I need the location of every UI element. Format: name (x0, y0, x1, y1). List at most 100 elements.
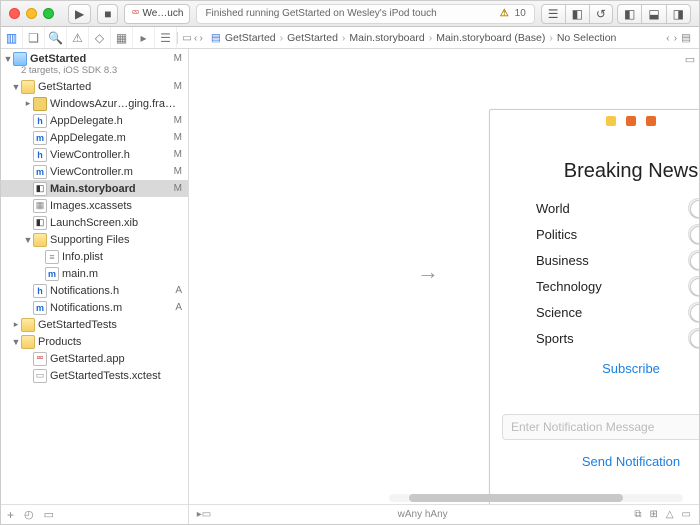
jump-next-icon[interactable]: › (674, 32, 678, 44)
project-root[interactable]: ▼ GetStarted M (1, 49, 188, 66)
group-supporting-files[interactable]: ▼ Supporting Files (1, 231, 188, 248)
minimap-icon[interactable]: ▤ (681, 32, 691, 44)
debug-navigator-tab[interactable]: ▦ (111, 27, 133, 48)
search-icon: 🔍 (48, 31, 63, 45)
report-navigator-tab[interactable]: ☰ (155, 27, 177, 48)
breakpoint-navigator-tab[interactable]: ▸ (133, 27, 155, 48)
category-switch[interactable] (688, 328, 699, 348)
group-tests[interactable]: ▸ GetStartedTests (1, 316, 188, 333)
category-switch[interactable] (688, 250, 699, 270)
category-label[interactable]: Politics (536, 227, 688, 242)
group-products[interactable]: ▼ Products (1, 333, 188, 350)
jump-prev-icon[interactable]: ‹ (666, 32, 670, 44)
file-main-m[interactable]: m main.m (1, 265, 188, 282)
notification-text-field[interactable]: Enter Notification Message (502, 414, 699, 440)
filter-scm-icon[interactable]: ▭ (44, 508, 54, 521)
file-launchscreen-xib[interactable]: ◧ LaunchScreen.xib (1, 214, 188, 231)
project-navigator-tab[interactable]: ▥ (1, 27, 23, 48)
heading-label[interactable]: Breaking News (490, 160, 699, 183)
horizontal-scrollbar[interactable] (389, 494, 683, 504)
file-viewcontroller-m[interactable]: m ViewController.m M (1, 163, 188, 180)
category-label[interactable]: World (536, 201, 688, 216)
scheme-selector[interactable]: ⮹ We…uch (124, 4, 190, 24)
category-switch[interactable] (688, 198, 699, 218)
symbol-navigator-tab[interactable]: ❑ (23, 27, 45, 48)
toggle-debug-button[interactable]: ⬓ (642, 4, 666, 24)
vcs-status: M (172, 53, 182, 64)
view-controller-scene[interactable]: Breaking News World Politics Business Te… (489, 109, 699, 504)
file-notifications-h[interactable]: h Notifications.h A (1, 282, 188, 299)
category-label[interactable]: Science (536, 305, 688, 320)
file-appdelegate-h[interactable]: h AppDelegate.h M (1, 112, 188, 129)
project-navigator: ▼ GetStarted M 2 targets, iOS SDK 8.3 ▼ … (1, 49, 189, 524)
find-navigator-tab[interactable]: 🔍 (45, 27, 67, 48)
initial-view-controller-arrow[interactable]: → (417, 259, 439, 285)
close-window-button[interactable] (9, 8, 20, 19)
storyboard-canvas[interactable]: → Breaking News World Politics Business … (189, 49, 699, 504)
scheme-label: We…uch (142, 8, 183, 19)
placeholder-text: Enter Notification Message (511, 420, 654, 434)
jump-seg-2[interactable]: Main.storyboard (349, 32, 424, 44)
jump-back-icon[interactable]: ‹ (194, 32, 198, 44)
add-button[interactable]: + (7, 508, 14, 522)
toggle-navigator-button[interactable]: ◧ (617, 4, 642, 24)
jump-seg-4[interactable]: No Selection (557, 32, 617, 44)
run-button[interactable]: ▶ (68, 4, 91, 24)
scene-dot-vc-icon[interactable] (606, 116, 616, 126)
jump-seg-1[interactable]: GetStarted (287, 32, 338, 44)
category-switch[interactable] (688, 224, 699, 244)
file-info-plist[interactable]: ≡ Info.plist (1, 248, 188, 265)
align-tool-icon[interactable]: ⧉ (634, 509, 641, 520)
category-label[interactable]: Technology (536, 279, 688, 294)
stop-button[interactable]: ■ (97, 4, 118, 24)
category-label[interactable]: Business (536, 253, 688, 268)
resolve-tool-icon[interactable]: △ (666, 509, 674, 520)
filter-recent-icon[interactable]: ◴ (24, 508, 34, 521)
jump-forward-icon[interactable]: › (199, 32, 203, 44)
scene-dot-first-responder-icon[interactable] (626, 116, 636, 126)
canvas-footer: ▸▭ wAny hAny ⧉ ⊞ △ ▭ (189, 504, 699, 524)
file-appdelegate-m[interactable]: m AppDelegate.m M (1, 129, 188, 146)
resize-tool-icon[interactable]: ▭ (682, 509, 691, 520)
warning-icon[interactable]: ⚠ (500, 8, 509, 19)
issue-navigator-tab[interactable]: ⚠ (67, 27, 89, 48)
group-getstarted[interactable]: ▼ GetStarted M (1, 78, 188, 95)
toggle-utilities-button[interactable]: ◨ (667, 4, 691, 24)
category-switch[interactable] (688, 276, 699, 296)
jump-seg-3[interactable]: Main.storyboard (Base) (436, 32, 545, 44)
folder-icon (21, 335, 35, 349)
editor-standard-button[interactable]: ☰ (541, 4, 566, 24)
warning-count[interactable]: 10 (515, 8, 526, 19)
header-icon: h (33, 114, 47, 128)
jump-bar[interactable]: ▭ ‹ › ▤ GetStarted› GetStarted› Main.sto… (177, 32, 699, 44)
product-app[interactable]: ⮹ GetStarted.app (1, 350, 188, 367)
scene-dot-exit-icon[interactable] (646, 116, 656, 126)
minimize-window-button[interactable] (26, 8, 37, 19)
test-navigator-tab[interactable]: ◇ (89, 27, 111, 48)
jump-related-icon[interactable]: ▭ (182, 32, 192, 44)
document-outline-toggle[interactable]: ▸▭ (197, 509, 211, 520)
file-main-storyboard[interactable]: ◧ Main.storyboard M (1, 180, 188, 197)
subscribe-button[interactable]: Subscribe (490, 361, 699, 376)
file-images-xcassets[interactable]: ▦ Images.xcassets (1, 197, 188, 214)
size-class-control[interactable]: wAny hAny (398, 509, 448, 520)
send-notification-button[interactable]: Send Notification (490, 454, 699, 469)
pin-tool-icon[interactable]: ⊞ (649, 509, 657, 520)
scene-header[interactable] (490, 110, 699, 132)
product-tests[interactable]: ▭ GetStartedTests.xctest (1, 367, 188, 384)
impl-icon: m (33, 131, 47, 145)
symbol-icon: ❑ (28, 31, 39, 45)
file-notifications-m[interactable]: m Notifications.m A (1, 299, 188, 316)
category-switch[interactable] (688, 302, 699, 322)
outline-toggle-icon[interactable]: ▭ (685, 53, 695, 66)
test-icon: ◇ (95, 31, 104, 45)
jump-seg-0[interactable]: GetStarted (225, 32, 276, 44)
plist-icon: ≡ (45, 250, 59, 264)
file-viewcontroller-h[interactable]: h ViewController.h M (1, 146, 188, 163)
editor-assistant-button[interactable]: ◧ (566, 4, 590, 24)
categories-list: World Politics Business Technology Scien… (536, 195, 699, 351)
editor-version-button[interactable]: ↺ (590, 4, 613, 24)
zoom-window-button[interactable] (43, 8, 54, 19)
file-framework[interactable]: ▸ WindowsAzur…ging.framework (1, 95, 188, 112)
category-label[interactable]: Sports (536, 331, 688, 346)
